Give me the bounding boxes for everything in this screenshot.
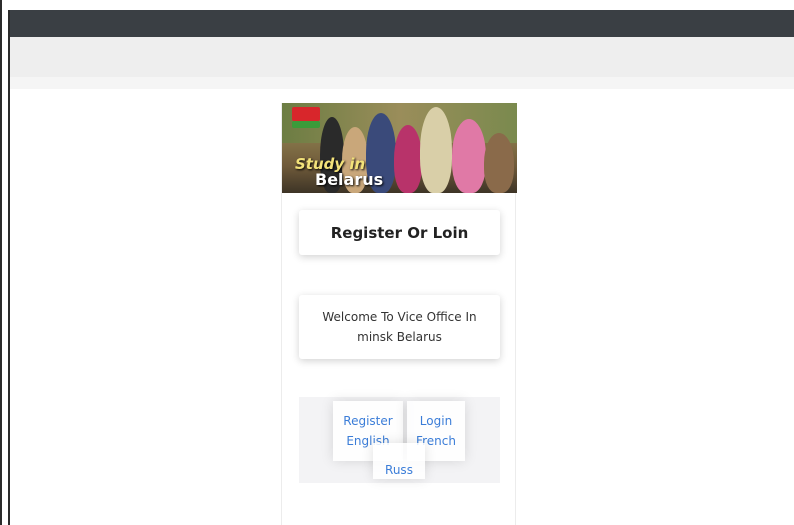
russ-tile: Russ: [373, 443, 425, 479]
banner-text-belarus: Belarus: [315, 170, 384, 189]
window-left-edge: [8, 10, 10, 525]
russ-link[interactable]: Russ: [385, 460, 413, 480]
belarus-flag-icon: [292, 107, 320, 121]
register-link[interactable]: Register: [343, 414, 392, 428]
student-figure: [420, 107, 452, 193]
study-in-belarus-banner: Study in Belarus: [282, 103, 517, 193]
student-figure: [394, 125, 422, 193]
login-link[interactable]: Login: [420, 414, 452, 428]
register-or-login-card: Register Or Loin: [299, 210, 500, 255]
student-figure: [484, 133, 514, 193]
welcome-card: Welcome To Vice Office In minsk Belarus: [299, 295, 500, 359]
belarus-flag-stripe: [292, 121, 320, 128]
links-panel: Register English Login French Russ: [299, 397, 500, 483]
browser-toolbar: [8, 37, 794, 77]
welcome-text: Welcome To Vice Office In minsk Belarus: [322, 310, 477, 344]
browser-title-bar: [8, 10, 794, 37]
main-card-column: Study in Belarus Register Or Loin Welcom…: [281, 103, 517, 525]
toolbar-strip: [8, 77, 794, 89]
student-figure: [452, 119, 486, 193]
card-title: Register Or Loin: [330, 223, 469, 242]
